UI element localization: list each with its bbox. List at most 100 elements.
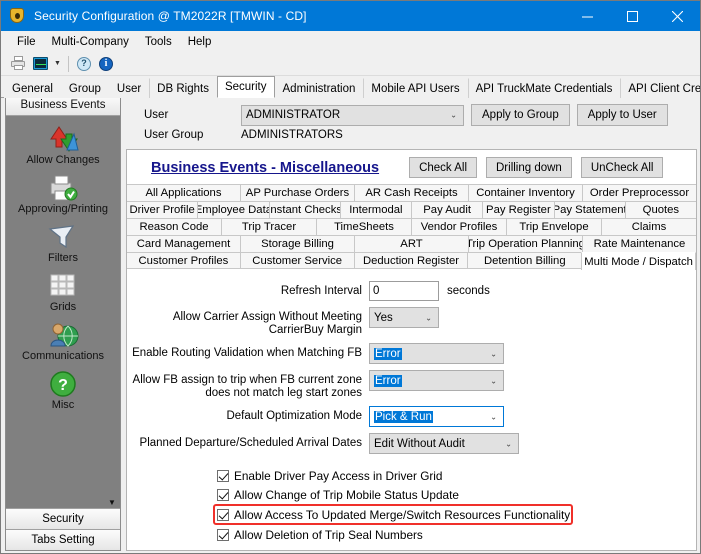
sidebar-item-label: Grids [49,301,77,313]
default-optimization-mode-combo[interactable]: Pick & Run ⌄ [369,406,504,427]
apply-to-user-button[interactable]: Apply to User [576,104,668,126]
info-icon[interactable]: i [95,54,117,74]
sidebar-item-filters[interactable]: Filters [6,222,120,264]
tab-db-rights[interactable]: DB Rights [149,78,217,98]
subtab-claims[interactable]: Claims [601,219,696,235]
field-label: Allow Carrier Assign Without Meeting Car… [172,311,362,336]
refresh-interval-unit: seconds [447,285,490,297]
sidebar-item-approving-printing[interactable]: Approving/Printing [6,173,120,215]
subtab-instant-checks[interactable]: Instant Checks [268,202,340,218]
allow-carrier-assign-combo[interactable]: Yes ⌄ [369,307,439,328]
checkbox-icon[interactable] [217,528,229,541]
check-all-button[interactable]: Check All [409,157,477,178]
print-icon[interactable] [7,54,29,74]
planned-departure-dates-combo[interactable]: Edit Without Audit ⌄ [369,433,519,454]
checkbox-label: Allow Deletion of Trip Seal Numbers [234,527,423,542]
enable-routing-validation-combo[interactable]: Error ⌄ [369,343,504,364]
user-combo[interactable]: ADMINISTRATOR ⌄ [241,104,464,126]
menu-bar: File Multi-Company Tools Help [1,31,700,52]
allow-deletion-trip-seal-numbers-checkbox[interactable]: Allow Deletion of Trip Seal Numbers [217,525,696,544]
subtab-deduction-register[interactable]: Deduction Register [353,253,468,268]
minimize-button[interactable] [565,1,610,31]
menu-item-tools[interactable]: Tools [137,34,180,50]
field-refresh-interval: Refresh Interval 0 seconds [127,281,696,301]
subtab-pay-register[interactable]: Pay Register [482,202,554,218]
tab-mobile-api-users[interactable]: Mobile API Users [363,78,468,98]
sidebar-item-grids[interactable]: Grids [6,271,120,313]
subtab-rate-maintenance[interactable]: Rate Maintenance [582,236,696,252]
checkbox-icon[interactable] [217,469,229,482]
tab-api-truckmate-credentials[interactable]: API TruckMate Credentials [467,78,621,98]
subtab-customer-service[interactable]: Customer Service [239,253,354,268]
subtab-pay-statement[interactable]: Pay Statement [553,202,625,218]
sidebar-item-tabs-setting[interactable]: Tabs Setting [6,529,120,550]
tab-general[interactable]: General [4,78,61,98]
chevron-down-icon[interactable]: ▼ [51,54,64,74]
tab-administration[interactable]: Administration [274,78,364,98]
tab-security[interactable]: Security [216,76,275,98]
checkbox-icon[interactable] [217,508,229,521]
subtab-card-management[interactable]: Card Management [127,236,240,252]
drilling-down-button[interactable]: Drilling down [486,157,572,178]
tab-api-client-credentials[interactable]: API Client Credentials [620,78,700,98]
main-tab-bar: General Group User DB Rights Security Ad… [1,76,700,98]
subtab-timesheets[interactable]: TimeSheets [316,219,411,235]
field-label: Allow FB assign to trip when FB current … [132,374,362,399]
subtab-art[interactable]: ART [354,236,468,252]
field-allow-carrier-assign: Allow Carrier Assign Without Meeting Car… [127,307,696,337]
close-button[interactable] [655,1,700,31]
panel-header: Business Events - Miscellaneous Check Al… [127,150,696,184]
tab-group[interactable]: Group [60,78,109,98]
subtab-container-inventory[interactable]: Container Inventory [468,185,582,201]
allow-change-trip-mobile-status-checkbox[interactable]: Allow Change of Trip Mobile Status Updat… [217,485,696,504]
approving-printing-icon [46,173,80,203]
grid-icon [46,271,80,301]
subtab-driver-profile[interactable]: Driver Profile [127,202,198,218]
refresh-interval-input[interactable]: 0 [369,281,439,301]
subtab-intermodal[interactable]: Intermodal [339,202,411,218]
enable-driver-pay-access-checkbox[interactable]: Enable Driver Pay Access in Driver Grid [217,466,696,485]
subtab-trip-tracer[interactable]: Trip Tracer [221,219,316,235]
subtab-storage-billing[interactable]: Storage Billing [240,236,354,252]
menu-item-file[interactable]: File [9,34,44,50]
subtab-quotes[interactable]: Quotes [624,202,696,218]
tab-user[interactable]: User [108,78,150,98]
subtab-multi-mode-dispatch[interactable]: Multi Mode / Dispatch [581,252,696,270]
sidebar-item-misc[interactable]: ? Misc [6,369,120,411]
chevron-down-icon: ⌄ [450,110,457,120]
subtab-pay-audit[interactable]: Pay Audit [411,202,483,218]
apply-to-group-button[interactable]: Apply to Group [471,104,570,126]
sidebar-header[interactable]: Business Events [6,95,120,116]
subtab-customer-profiles[interactable]: Customer Profiles [127,253,240,268]
allow-fb-assign-combo[interactable]: Error ⌄ [369,370,504,391]
subtab-detention-billing[interactable]: Detention Billing [467,253,582,268]
subtab-reason-code[interactable]: Reason Code [127,219,221,235]
subtab-all-applications[interactable]: All Applications [127,185,240,201]
subtab-ap-purchase-orders[interactable]: AP Purchase Orders [240,185,354,201]
subtab-employee-data[interactable]: Employee Data [197,202,269,218]
subtab-order-preprocessor[interactable]: Order Preprocessor [582,185,696,201]
subtab-trip-operation-planning[interactable]: Trip Operation Planning [468,236,582,252]
field-enable-routing-validation: Enable Routing Validation when Matching … [127,343,696,364]
toolbar: ▼ ? i [1,52,700,76]
monitor-icon[interactable] [29,54,51,74]
chevron-down-icon: ⌄ [490,412,497,421]
uncheck-all-button[interactable]: UnCheck All [580,157,664,178]
field-label: Planned Departure/Scheduled Arrival Date… [139,437,362,449]
scroll-down-icon[interactable]: ▼ [106,497,118,507]
checkbox-icon[interactable] [217,488,229,501]
sidebar-item-security[interactable]: Security [6,508,120,529]
sidebar-item-communications[interactable]: Communications [6,320,120,362]
menu-item-help[interactable]: Help [180,34,220,50]
subtab-ar-cash-receipts[interactable]: AR Cash Receipts [354,185,468,201]
sidebar-item-allow-changes[interactable]: Allow Changes [6,124,120,166]
help-icon[interactable]: ? [73,54,95,74]
maximize-button[interactable] [610,1,655,31]
user-group-value: ADMINISTRATORS [241,129,343,141]
user-row: User ADMINISTRATOR ⌄ Apply to Group Appl… [126,104,697,126]
subtab-vendor-profiles[interactable]: Vendor Profiles [411,219,506,235]
sidebar-item-label: Filters [48,252,78,264]
menu-item-multi-company[interactable]: Multi-Company [44,34,137,50]
subtab-trip-envelope[interactable]: Trip Envelope [506,219,601,235]
allow-access-merge-switch-resources-checkbox[interactable]: Allow Access To Updated Merge/Switch Res… [213,504,573,525]
